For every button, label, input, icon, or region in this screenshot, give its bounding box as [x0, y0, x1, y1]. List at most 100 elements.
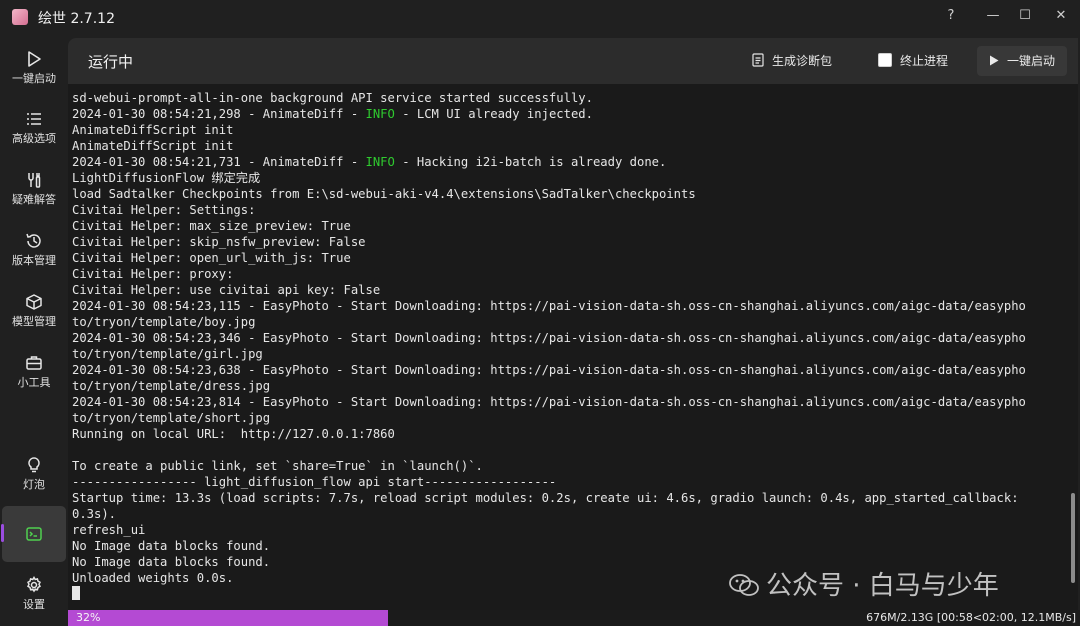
launch-label: 一键启动	[1007, 54, 1056, 68]
title-bar: 绘世 2.7.12 ? — ☐ ✕	[0, 0, 1080, 36]
console-line: Civitai Helper: max_size_preview: True	[72, 218, 1072, 234]
console-line: Civitai Helper: open_url_with_js: True	[72, 250, 1072, 266]
sidebar-item-versions[interactable]: 版本管理	[2, 224, 66, 280]
console-line: 2024-01-30 08:54:21,298 - AnimateDiff - …	[72, 106, 1072, 122]
console-line: No Image data blocks found.	[72, 538, 1072, 554]
console-text: 2024-01-30 08:54:23,115 - EasyPhoto - St…	[72, 299, 1026, 313]
console-text: Civitai Helper: use civitai api key: Fal…	[72, 283, 381, 297]
close-button[interactable]: ✕	[1046, 2, 1076, 30]
console-text: Civitai Helper: open_url_with_js: True	[72, 251, 351, 265]
minimize-button[interactable]: —	[978, 2, 1008, 30]
wechat-icon	[729, 574, 759, 596]
terminate-label: 终止进程	[900, 54, 949, 68]
console-line: 2024-01-30 08:54:23,346 - EasyPhoto - St…	[72, 330, 1072, 346]
checkbox-box[interactable]	[878, 53, 892, 67]
console-text: Civitai Helper: max_size_preview: True	[72, 219, 351, 233]
console-line: Running on local URL: http://127.0.0.1:7…	[72, 426, 1072, 442]
text-cursor	[72, 586, 80, 600]
terminate-process-checkbox[interactable]: 终止进程	[878, 46, 948, 76]
sidebar-item-lightbulb[interactable]: 灯泡	[2, 448, 66, 504]
console-text: sd-webui-prompt-all-in-one background AP…	[72, 91, 593, 105]
console-text: AnimateDiffScript init	[72, 123, 234, 137]
console-text: AnimateDiffScript init	[72, 139, 234, 153]
play-icon	[28, 51, 41, 67]
console-text: No Image data blocks found.	[72, 539, 271, 553]
gear-icon	[27, 576, 41, 593]
sidebar-item-label: 高级选项	[12, 132, 56, 145]
diagnostics-button[interactable]: 生成诊断包	[752, 46, 832, 76]
progress-bar-fill	[68, 610, 388, 626]
console-line: 2024-01-30 08:54:23,115 - EasyPhoto - St…	[72, 298, 1072, 314]
console-text: to/tryon/template/girl.jpg	[72, 347, 263, 361]
console-text: To create a public link, set `share=True…	[72, 459, 483, 473]
console-text: Startup time: 13.3s (load scripts: 7.7s,…	[72, 491, 1019, 505]
launch-button[interactable]: 一键启动	[977, 46, 1068, 76]
console-line: load Sadtalker Checkpoints from E:\sd-we…	[72, 186, 1072, 202]
sidebar-item-settings[interactable]: 设置	[2, 568, 66, 624]
watermark-text: 公众号 · 白马与少年	[766, 571, 999, 601]
console-line: to/tryon/template/short.jpg	[72, 410, 1072, 426]
active-indicator	[1, 524, 4, 542]
console-line: 2024-01-30 08:54:23,638 - EasyPhoto - St…	[72, 362, 1072, 378]
console-text: to/tryon/template/boy.jpg	[72, 315, 256, 329]
sidebar-item-label: 设置	[23, 598, 45, 611]
toolbox-icon	[26, 356, 42, 370]
console-text: 0.3s).	[72, 507, 117, 521]
sidebar-item-label: 版本管理	[12, 254, 56, 267]
console-line: To create a public link, set `share=True…	[72, 458, 1072, 474]
maximize-button[interactable]: ☐	[1010, 2, 1040, 30]
console-line: AnimateDiffScript init	[72, 122, 1072, 138]
console-line: 0.3s).	[72, 506, 1072, 522]
console-text: to/tryon/template/short.jpg	[72, 411, 271, 425]
console-output[interactable]: sd-webui-prompt-all-in-one background AP…	[68, 88, 1072, 610]
window-title: 绘世 2.7.12	[38, 11, 115, 27]
console-text: 2024-01-30 08:54:23,638 - EasyPhoto - St…	[72, 363, 1026, 377]
console-line: Startup time: 13.3s (load scripts: 7.7s,…	[72, 490, 1072, 506]
sidebar-item-tools[interactable]: 小工具	[2, 346, 66, 402]
console-line: ----------------- light_diffusion_flow a…	[72, 474, 1072, 490]
console-line: Civitai Helper: Settings:	[72, 202, 1072, 218]
sidebar-item-console[interactable]	[1, 506, 66, 562]
console-text: refresh_ui	[72, 523, 146, 537]
help-button[interactable]: ?	[936, 2, 966, 30]
diagnostics-label: 生成诊断包	[772, 54, 833, 68]
play-icon	[990, 55, 999, 66]
document-icon	[752, 53, 764, 67]
cube-icon	[26, 294, 42, 310]
console-line: to/tryon/template/dress.jpg	[72, 378, 1072, 394]
console-text: - Hacking i2i-batch is already done.	[394, 155, 667, 169]
history-icon	[26, 233, 41, 248]
sidebar-item-troubleshoot[interactable]: 疑难解答	[2, 163, 66, 219]
console-line: 2024-01-30 08:54:23,814 - EasyPhoto - St…	[72, 394, 1072, 410]
console-line: to/tryon/template/boy.jpg	[72, 314, 1072, 330]
console-line: AnimateDiffScript init	[72, 138, 1072, 154]
console-text: 2024-01-30 08:54:21,298 - AnimateDiff -	[72, 107, 366, 121]
sidebar-item-advanced[interactable]: 高级选项	[2, 102, 66, 158]
console-line: sd-webui-prompt-all-in-one background AP…	[72, 90, 1072, 106]
download-status: 676M/2.13G [00:58<02:00, 12.1MB/s]	[866, 611, 1076, 624]
sidebar-item-label: 模型管理	[12, 315, 56, 328]
sidebar-item-launch[interactable]: 一键启动	[2, 42, 66, 98]
sidebar-item-models[interactable]: 模型管理	[2, 285, 66, 341]
console-line: Civitai Helper: use civitai api key: Fal…	[72, 282, 1072, 298]
console-text: Running on local URL: http://127.0.0.1:7…	[72, 427, 395, 441]
console-text: load Sadtalker Checkpoints from E:\sd-we…	[72, 187, 696, 201]
console-text: Civitai Helper: skip_nsfw_preview: False	[72, 235, 366, 249]
console-line: 2024-01-30 08:54:21,731 - AnimateDiff - …	[72, 154, 1072, 170]
panel-header: 运行中 生成诊断包 终止进程 一键启动	[68, 38, 1078, 84]
console-icon	[26, 527, 42, 541]
watermark: 公众号 · 白马与少年	[728, 565, 999, 602]
console-text: No Image data blocks found.	[72, 555, 271, 569]
app-logo-icon	[12, 9, 28, 25]
console-scrollbar[interactable]	[1071, 493, 1075, 583]
sidebar-item-label: 一键启动	[12, 72, 56, 85]
lightbulb-icon	[28, 457, 40, 473]
progress-percent: 32%	[76, 611, 101, 624]
sidebar: 一键启动 高级选项 疑难解答 版本管理 模型管理 小工具 灯泡 设置	[0, 36, 68, 626]
sidebar-item-label: 疑难解答	[12, 193, 56, 206]
sidebar-item-label: 灯泡	[23, 478, 45, 491]
tools-icon	[28, 173, 41, 188]
console-line: Civitai Helper: skip_nsfw_preview: False	[72, 234, 1072, 250]
console-line: refresh_ui	[72, 522, 1072, 538]
